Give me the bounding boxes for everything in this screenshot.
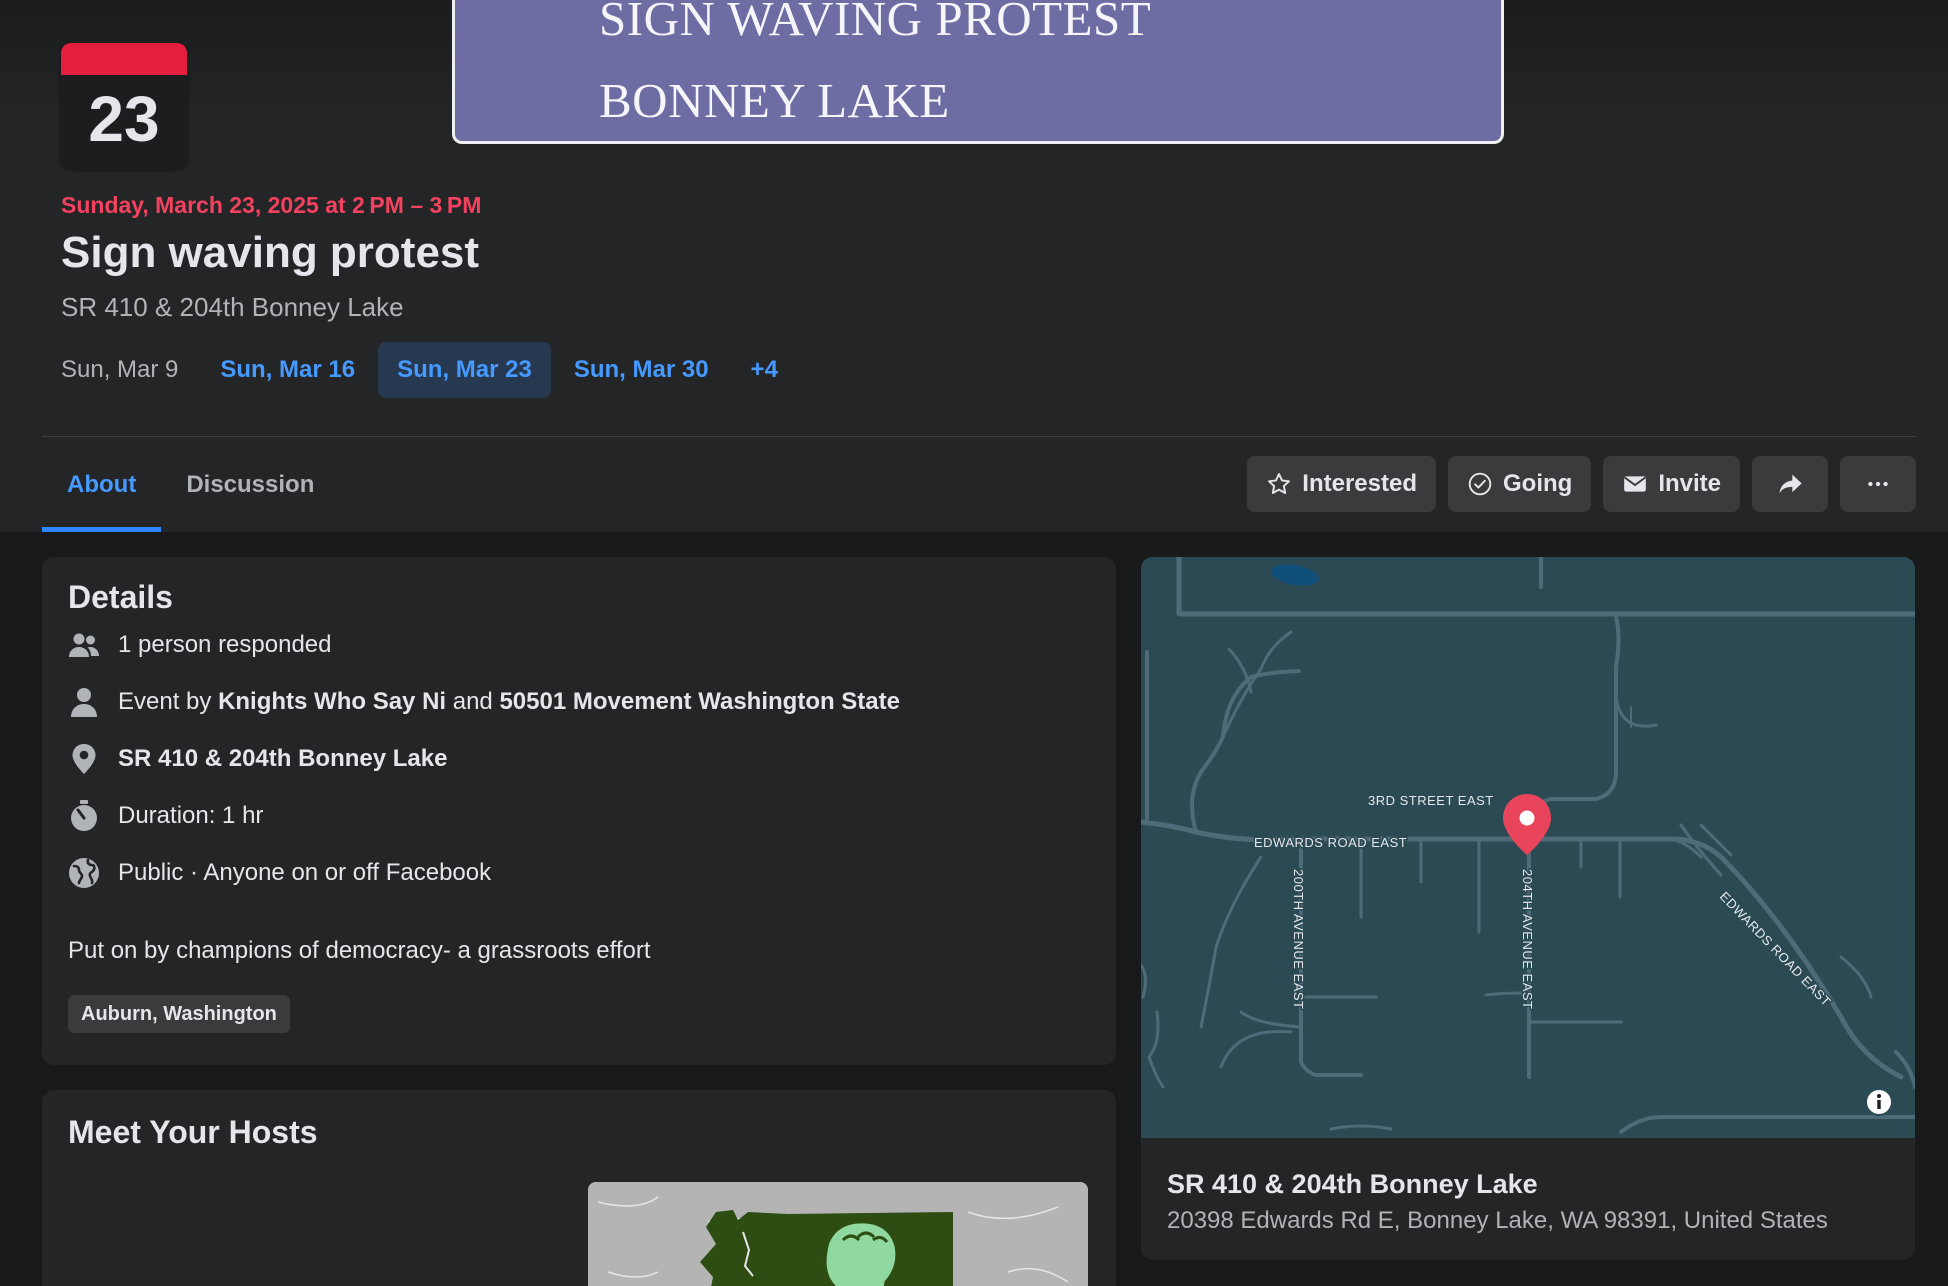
details-card: Details 1 person responded Event by Knig… xyxy=(42,557,1116,1065)
location-pin-icon xyxy=(68,743,100,775)
map-street-label: 3RD STREET EAST xyxy=(1368,793,1494,808)
host-link-1[interactable]: Knights Who Say Ni xyxy=(218,688,446,715)
responded-text: 1 person responded xyxy=(118,631,332,658)
share-button[interactable] xyxy=(1752,456,1828,512)
check-circle-icon xyxy=(1467,471,1493,497)
host-link-2[interactable]: 50501 Movement Washington State xyxy=(499,688,900,715)
map-street-label: 200TH AVENUE EAST xyxy=(1291,869,1306,1009)
map-venue-name[interactable]: SR 410 & 204th Bonney Lake xyxy=(1167,1169,1538,1200)
host-cover-image[interactable] xyxy=(588,1182,1088,1286)
tab-about[interactable]: About xyxy=(42,437,162,532)
event-actions: Interested Going Invite xyxy=(1247,456,1916,512)
invite-button[interactable]: Invite xyxy=(1603,456,1740,512)
event-title: Sign waving protest xyxy=(61,228,480,277)
tab-discussion[interactable]: Discussion xyxy=(161,437,339,532)
more-icon xyxy=(1865,471,1891,497)
event-location-subtitle[interactable]: SR 410 & 204th Bonney Lake xyxy=(61,292,404,323)
event-tabs: About Discussion xyxy=(42,437,339,532)
event-description: Put on by champions of democracy- a gras… xyxy=(68,937,651,964)
map-card: 3RD STREET EAST EDWARDS ROAD EAST 200TH … xyxy=(1141,557,1915,1260)
event-by-row: Event by Knights Who Say Ni and 50501 Mo… xyxy=(68,682,900,722)
location-map[interactable]: 3RD STREET EAST EDWARDS ROAD EAST 200TH … xyxy=(1141,557,1915,1138)
calendar-date-badge: 23 xyxy=(61,43,187,169)
duration-text: Duration: 1 hr xyxy=(118,802,264,829)
stopwatch-icon xyxy=(68,800,100,832)
calendar-badge-header xyxy=(61,43,187,75)
duration-row: Duration: 1 hr xyxy=(68,796,263,836)
recurring-dates: Sun, Mar 9 Sun, Mar 16 Sun, Mar 23 Sun, … xyxy=(42,342,797,398)
map-roads: 3RD STREET EAST EDWARDS ROAD EAST 200TH … xyxy=(1141,557,1915,1138)
interested-button[interactable]: Interested xyxy=(1247,456,1436,512)
going-label: Going xyxy=(1502,470,1573,497)
privacy-row: Public · Anyone on or off Facebook xyxy=(68,853,491,893)
more-dates-button[interactable]: +4 xyxy=(732,342,797,398)
event-by-prefix: Event by xyxy=(118,688,212,715)
map-street-label: EDWARDS ROAD EAST xyxy=(1254,835,1407,850)
hosts-card: Meet Your Hosts xyxy=(42,1090,1116,1286)
cover-text-line-2: BONNEY LAKE xyxy=(599,73,950,128)
responded-row[interactable]: 1 person responded xyxy=(68,625,332,665)
cover-text-line-1: SIGN WAVING PROTEST xyxy=(599,0,1152,46)
location-text: SR 410 & 204th Bonney Lake xyxy=(118,745,448,772)
cover-photo[interactable]: SIGN WAVING PROTEST BONNEY LAKE xyxy=(452,0,1504,144)
more-options-button[interactable] xyxy=(1840,456,1916,512)
envelope-icon xyxy=(1622,471,1648,497)
date-option-selected[interactable]: Sun, Mar 23 xyxy=(378,342,551,398)
invite-label: Invite xyxy=(1658,470,1721,497)
map-street-label: 204TH AVENUE EAST xyxy=(1520,869,1535,1009)
map-info-icon xyxy=(1865,1088,1893,1116)
privacy-text: Public · Anyone on or off Facebook xyxy=(118,859,492,886)
date-option[interactable]: Sun, Mar 9 xyxy=(42,342,197,398)
event-datetime: Sunday, March 23, 2025 at 2 PM – 3 PM xyxy=(61,192,482,218)
hosts-heading: Meet Your Hosts xyxy=(68,1114,318,1150)
star-icon xyxy=(1266,471,1292,497)
calendar-day-number: 23 xyxy=(88,83,160,155)
date-option[interactable]: Sun, Mar 16 xyxy=(201,342,374,398)
map-address: 20398 Edwards Rd E, Bonney Lake, WA 9839… xyxy=(1167,1207,1828,1234)
washington-fist-image xyxy=(588,1182,1088,1286)
interested-label: Interested xyxy=(1302,470,1417,497)
share-icon xyxy=(1776,470,1804,498)
location-row[interactable]: SR 410 & 204th Bonney Lake xyxy=(68,739,447,779)
category-tag[interactable]: Auburn, Washington xyxy=(68,995,290,1033)
globe-icon xyxy=(68,857,100,889)
person-icon xyxy=(68,686,100,718)
details-heading: Details xyxy=(68,579,173,615)
people-icon xyxy=(68,629,100,661)
date-option[interactable]: Sun, Mar 30 xyxy=(555,342,728,398)
event-by-and: and xyxy=(452,688,493,715)
going-button[interactable]: Going xyxy=(1447,456,1592,512)
